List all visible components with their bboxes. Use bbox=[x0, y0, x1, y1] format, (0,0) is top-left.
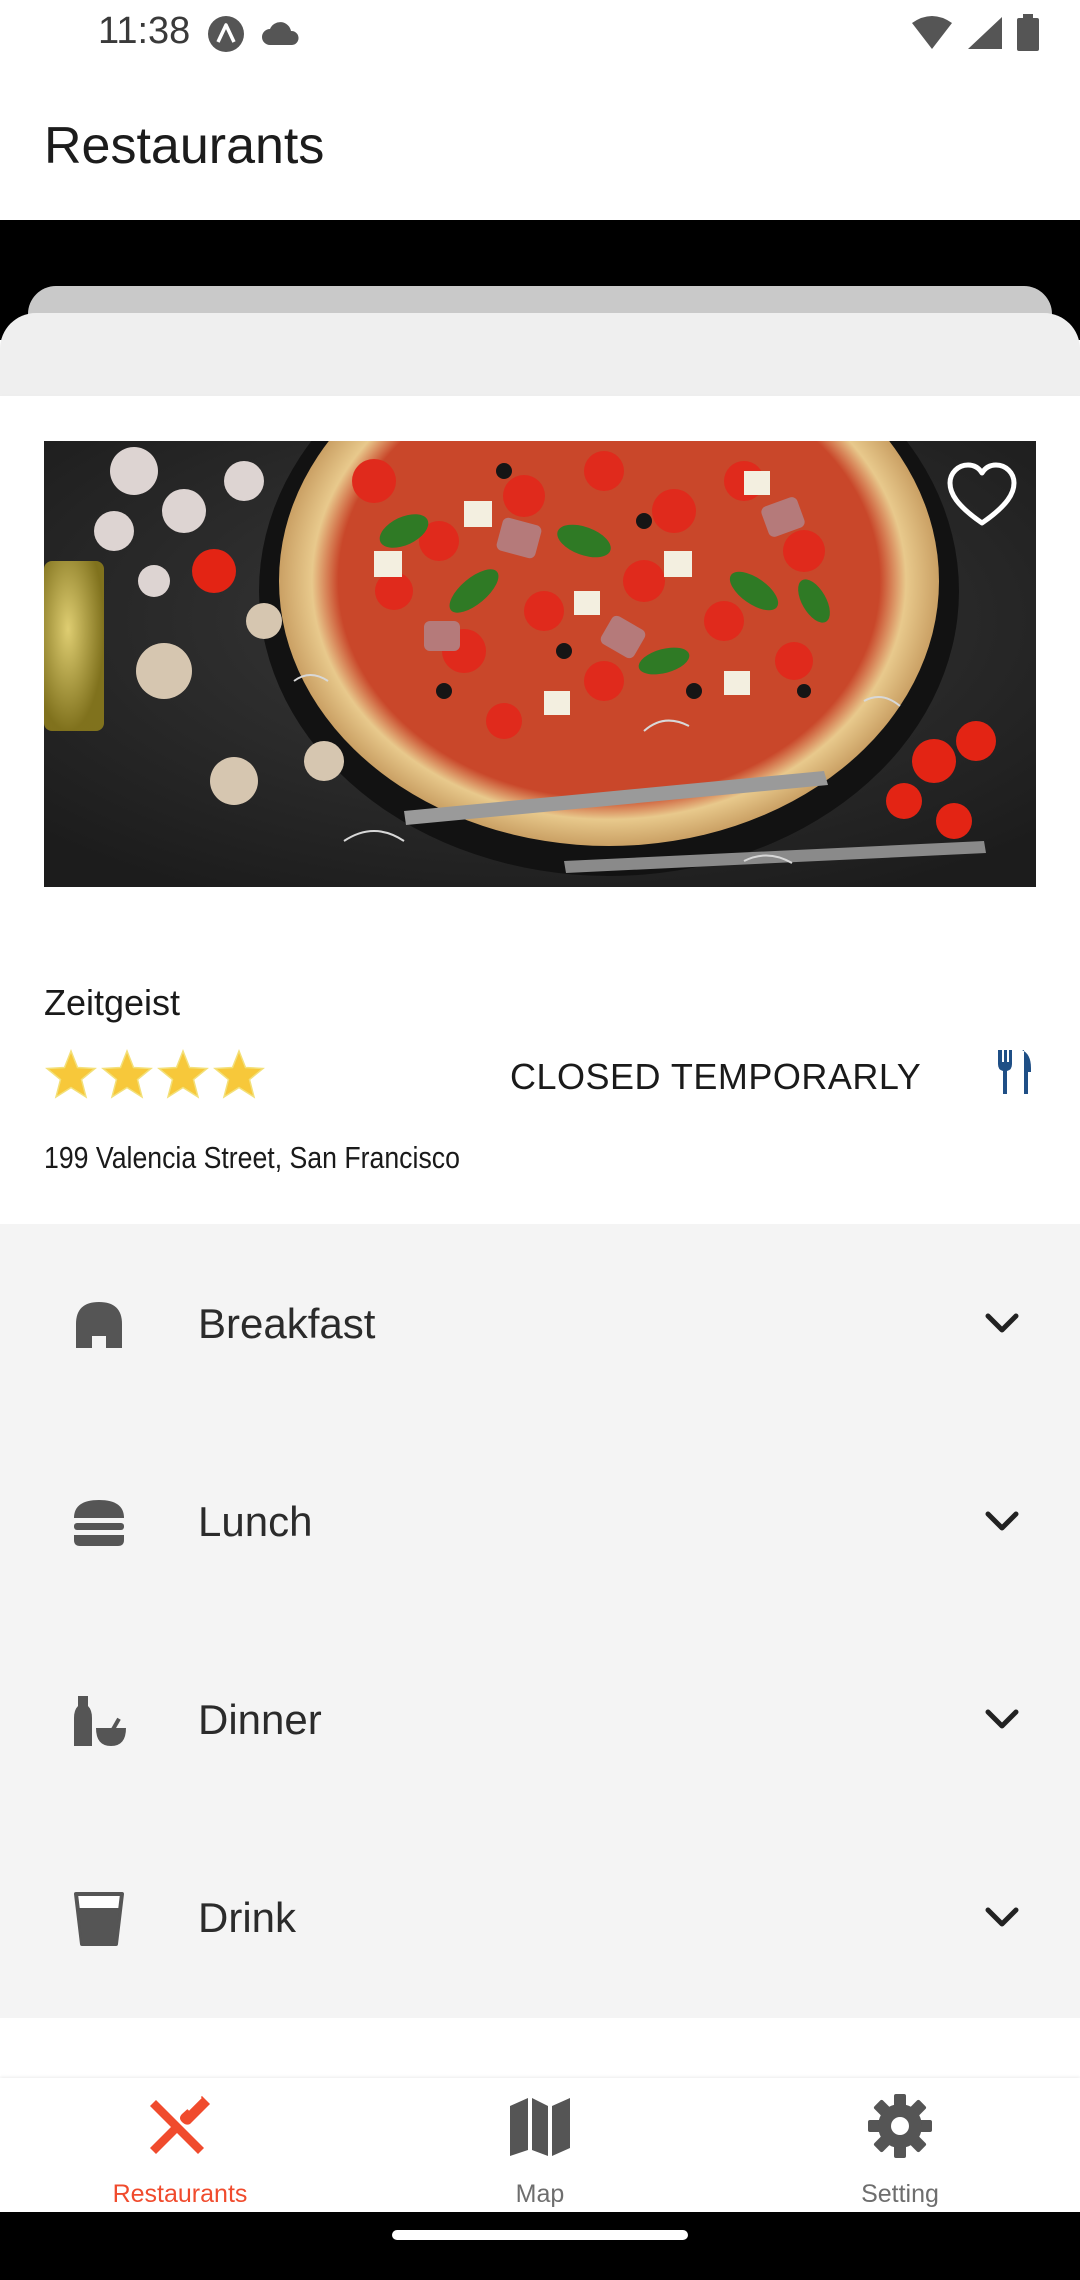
status-left-icons bbox=[206, 14, 302, 54]
star-icon bbox=[101, 1048, 153, 1099]
bread-icon bbox=[76, 1302, 122, 1348]
menu-section-label: Breakfast bbox=[198, 1300, 376, 1347]
bottom-nav: Restaurants Map Setting bbox=[0, 2078, 1080, 2212]
system-nav-bar bbox=[0, 2212, 1080, 2280]
restaurant-name: Zeitgeist bbox=[44, 982, 181, 1023]
restaurant-status: CLOSED TEMPORARLY bbox=[510, 1056, 922, 1097]
nav-item-setting[interactable]: Setting bbox=[720, 2078, 1080, 2212]
signal-icon bbox=[968, 17, 1002, 49]
restaurant-card[interactable]: Zeitgeist CLOSED TEMPORARLY 199 Valencia… bbox=[0, 396, 1080, 1224]
menu-section-breakfast[interactable]: Breakfast bbox=[0, 1224, 1080, 1422]
bottle-bowl-icon bbox=[74, 1696, 126, 1746]
star-icon bbox=[213, 1048, 265, 1099]
menu-section-dinner[interactable]: Dinner bbox=[0, 1620, 1080, 1818]
app-bar: Restaurants bbox=[0, 66, 1080, 220]
gear-icon bbox=[868, 2094, 932, 2158]
cutlery-icon bbox=[998, 1050, 1031, 1094]
menu-section-label: Drink bbox=[198, 1894, 297, 1941]
glass-icon bbox=[74, 1892, 124, 1946]
wifi-icon bbox=[912, 16, 952, 49]
battery-icon bbox=[1017, 14, 1039, 51]
rating-stars bbox=[44, 1048, 266, 1102]
map-icon bbox=[510, 2098, 570, 2156]
chevron-down-icon[interactable] bbox=[984, 1706, 1020, 1734]
restaurant-address: 199 Valencia Street, San Francisco bbox=[44, 1140, 460, 1175]
restaurant-image bbox=[44, 441, 1036, 887]
sheet-handle-area[interactable] bbox=[0, 313, 1080, 403]
menu-sections: Breakfast Lunch Dinner Drink bbox=[0, 1224, 1080, 2018]
nav-item-map[interactable]: Map bbox=[360, 2078, 720, 2212]
nav-label: Map bbox=[515, 2180, 565, 2208]
menu-section-label: Dinner bbox=[198, 1696, 322, 1743]
menu-section-drink[interactable]: Drink bbox=[0, 1818, 1080, 2016]
favorite-heart-icon[interactable] bbox=[946, 461, 1018, 529]
status-time: 11:38 bbox=[98, 10, 191, 52]
nav-label: Setting bbox=[861, 2180, 939, 2208]
nav-label: Restaurants bbox=[112, 2180, 248, 2208]
cutlery-cross-icon bbox=[150, 2095, 210, 2154]
home-gesture-pill[interactable] bbox=[392, 2230, 688, 2240]
page-title: Restaurants bbox=[44, 117, 325, 175]
menu-section-lunch[interactable]: Lunch bbox=[0, 1422, 1080, 1620]
nav-item-restaurants[interactable]: Restaurants bbox=[0, 2078, 360, 2212]
status-bar: 11:38 bbox=[0, 0, 1080, 66]
chevron-down-icon[interactable] bbox=[984, 1904, 1020, 1932]
menu-section-label: Lunch bbox=[198, 1498, 313, 1545]
star-icon bbox=[157, 1048, 209, 1099]
cloud-icon bbox=[262, 22, 299, 45]
chevron-down-icon[interactable] bbox=[984, 1508, 1020, 1536]
status-right-icons bbox=[910, 14, 1040, 52]
star-icon bbox=[45, 1048, 97, 1099]
burger-icon bbox=[74, 1500, 124, 1546]
pizza-photo bbox=[44, 441, 1036, 887]
a-badge-icon bbox=[208, 16, 244, 52]
chevron-down-icon[interactable] bbox=[984, 1310, 1020, 1338]
